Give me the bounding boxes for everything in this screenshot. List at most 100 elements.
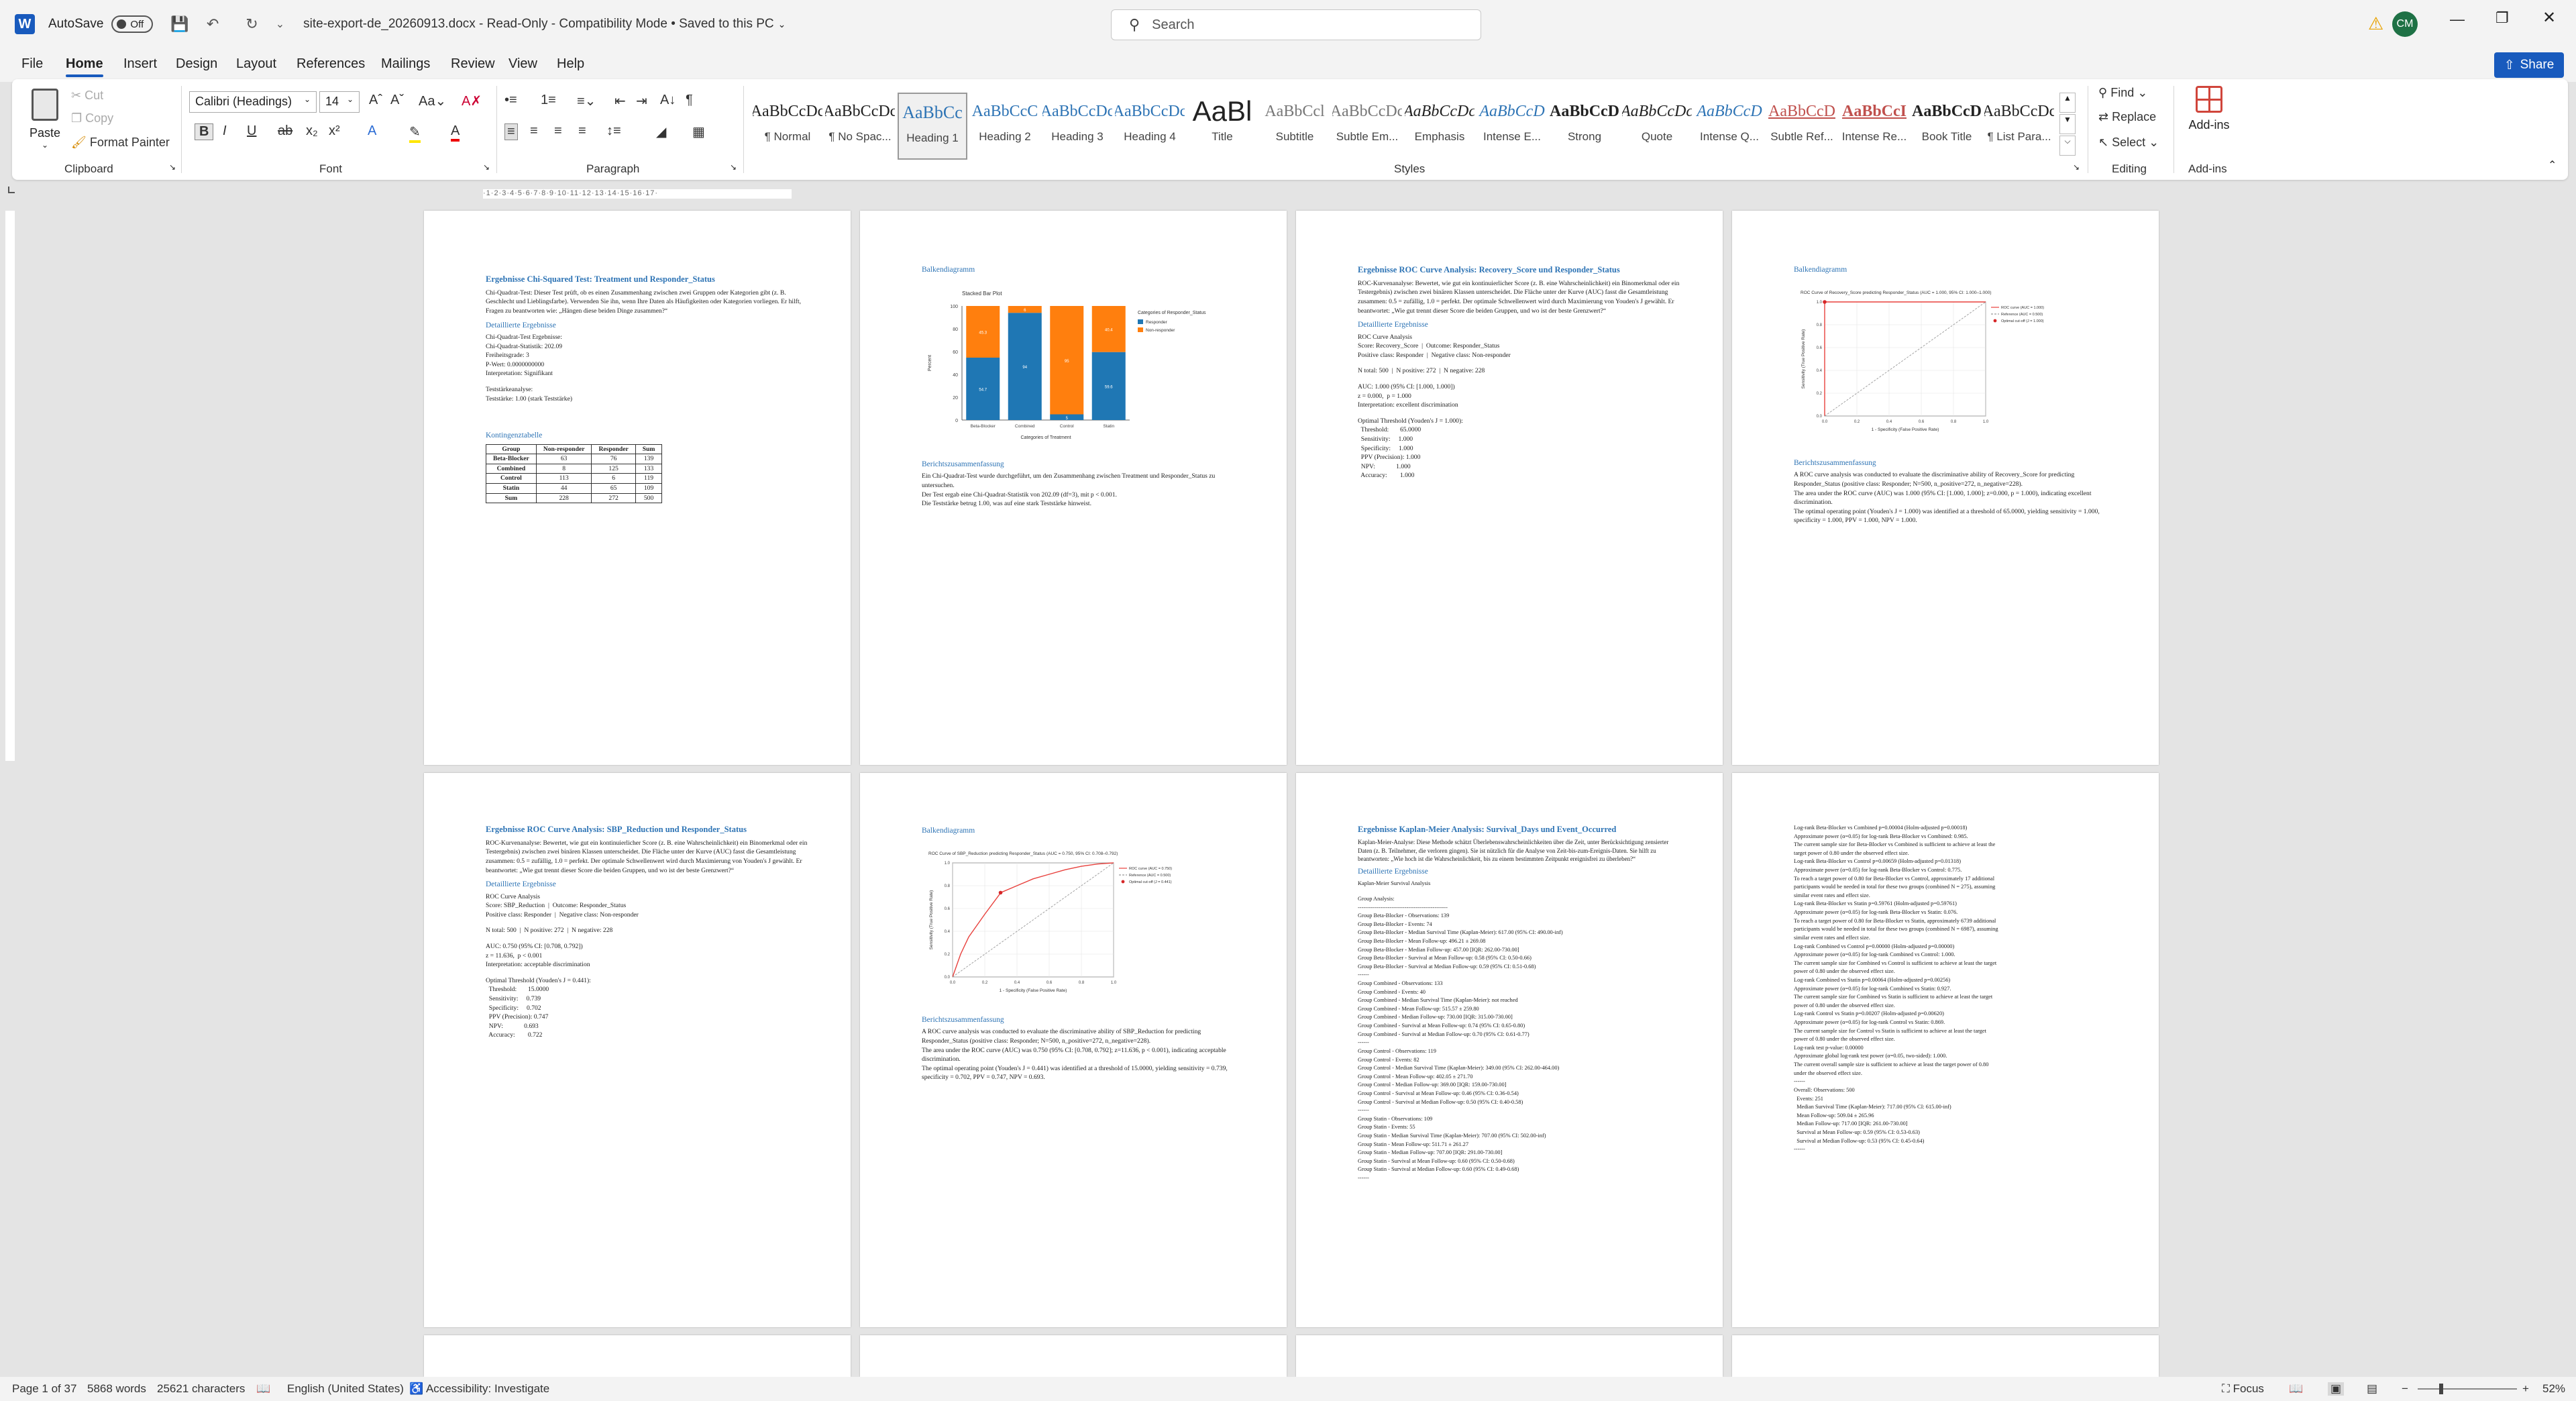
focus-button[interactable]: ⛶ Focus xyxy=(2222,1382,2264,1396)
language[interactable]: English (United States) xyxy=(287,1382,404,1396)
align-left-icon[interactable]: ≡ xyxy=(504,123,518,140)
horizontal-ruler[interactable]: ·1·2·3·4·5·6·7·8·9·10·11·12·13·14·15·16·… xyxy=(483,189,792,199)
accessibility-status[interactable]: ♿ Accessibility: Investigate xyxy=(409,1382,549,1396)
avatar[interactable]: CM xyxy=(2392,11,2418,37)
align-right-icon[interactable]: ≡ xyxy=(554,123,562,139)
grow-font-icon[interactable]: Aˆ xyxy=(369,93,382,108)
style-item[interactable]: AaBbCcDc ¶ No Spac... xyxy=(825,93,895,160)
styles-scroll-down[interactable]: ▼ xyxy=(2059,114,2076,134)
document-page[interactable]: Balkendiagramm ROC Curve of SBP_Reductio… xyxy=(860,773,1287,1327)
select-button[interactable]: ↖ Select ⌄ xyxy=(2098,136,2159,150)
read-mode-icon[interactable]: 📖 xyxy=(2289,1382,2303,1396)
font-color-icon[interactable]: A xyxy=(451,123,460,142)
document-page[interactable] xyxy=(860,1335,1287,1377)
shrink-font-icon[interactable]: Aˇ xyxy=(390,93,404,108)
style-item[interactable]: AaBbCcDc Subtle Em... xyxy=(1332,93,1402,160)
print-layout-icon[interactable]: ▣ xyxy=(2328,1382,2345,1396)
justify-icon[interactable]: ≡ xyxy=(578,123,586,139)
line-spacing-icon[interactable]: ↕≡ xyxy=(606,123,621,139)
styles-more[interactable]: ⌵ xyxy=(2059,136,2076,156)
web-layout-icon[interactable]: ▤ xyxy=(2367,1382,2377,1396)
dialog-launcher-icon[interactable]: ↘ xyxy=(730,162,737,172)
show-marks-icon[interactable]: ¶ xyxy=(686,93,693,108)
tab-home[interactable]: Home xyxy=(66,56,103,77)
dialog-launcher-icon[interactable]: ↘ xyxy=(483,162,490,172)
vertical-ruler[interactable] xyxy=(5,211,15,761)
dialog-launcher-icon[interactable]: ↘ xyxy=(2073,162,2080,172)
underline-button[interactable]: U xyxy=(247,123,256,139)
save-icon[interactable]: 💾 xyxy=(170,15,189,33)
style-item[interactable]: AaBbCc Heading 1 xyxy=(898,93,967,160)
numbering-icon[interactable]: 1≡ xyxy=(541,93,556,108)
increase-indent-icon[interactable]: ⇥ xyxy=(636,93,647,109)
document-page[interactable]: Balkendiagramm ROC Curve of Recovery_Sco… xyxy=(1732,211,2159,765)
cut-button[interactable]: ✂ Cut xyxy=(71,89,103,103)
style-item[interactable]: AaBbCcD Intense Q... xyxy=(1695,93,1764,160)
document-page[interactable] xyxy=(424,1335,851,1377)
style-item[interactable]: AaBbCcDc Heading 4 xyxy=(1115,93,1185,160)
tab-file[interactable]: File xyxy=(21,56,43,72)
tab-insert[interactable]: Insert xyxy=(123,56,157,72)
share-button[interactable]: ⇧ Share xyxy=(2494,52,2564,78)
undo-icon[interactable]: ↶ xyxy=(207,15,219,33)
styles-scroll-up[interactable]: ▲ xyxy=(2059,93,2076,113)
minimize-icon[interactable]: — xyxy=(2450,11,2465,28)
style-item[interactable]: AaBbCcD Strong xyxy=(1550,93,1619,160)
search-input[interactable]: ⚲ Search xyxy=(1111,9,1481,40)
style-item[interactable]: AaBbCcDc ¶ Normal xyxy=(753,93,822,160)
bold-button[interactable]: B xyxy=(195,123,214,140)
collapse-ribbon-icon[interactable]: ⌃ xyxy=(2548,158,2557,172)
style-item[interactable]: AaBbCcC Heading 2 xyxy=(970,93,1040,160)
format-painter-button[interactable]: 🖌 Format Painter xyxy=(71,136,170,150)
replace-button[interactable]: ⇄ Replace xyxy=(2098,110,2156,124)
paste-button[interactable]: Paste ⌄ xyxy=(21,85,68,158)
tab-mailings[interactable]: Mailings xyxy=(381,56,430,72)
proofing-icon[interactable]: 📖 xyxy=(256,1382,270,1396)
page-count[interactable]: Page 1 of 37 xyxy=(12,1382,76,1396)
italic-button[interactable]: I xyxy=(223,123,227,139)
zoom-in-icon[interactable]: + xyxy=(2522,1382,2529,1396)
tab-design[interactable]: Design xyxy=(176,56,217,72)
restore-icon[interactable]: ❐ xyxy=(2496,9,2509,27)
tab-layout[interactable]: Layout xyxy=(236,56,276,72)
style-item[interactable]: AaBbCcDc Emphasis xyxy=(1405,93,1474,160)
redo-icon[interactable]: ↻ xyxy=(246,15,258,33)
strikethrough-button[interactable]: ab xyxy=(278,123,292,139)
borders-icon[interactable]: ▦ xyxy=(692,123,705,140)
tab-help[interactable]: Help xyxy=(557,56,584,72)
document-page[interactable] xyxy=(1732,1335,2159,1377)
clear-formatting-icon[interactable]: A✗ xyxy=(462,93,482,109)
document-title[interactable]: site-export-de_20260913.docx - Read-Only… xyxy=(303,17,774,32)
character-count[interactable]: 25621 characters xyxy=(157,1382,245,1396)
subscript-button[interactable]: x₂ xyxy=(306,123,318,139)
document-page[interactable]: Ergebnisse Chi-Squared Test: Treatment u… xyxy=(424,211,851,765)
font-size-select[interactable]: 14 ⌄ xyxy=(319,91,360,113)
zoom-level[interactable]: 52% xyxy=(2542,1382,2565,1396)
tab-selector-icon[interactable] xyxy=(8,187,15,193)
style-item[interactable]: AaBbCcl Subtitle xyxy=(1260,93,1330,160)
style-item[interactable]: AaBbCcDc Heading 3 xyxy=(1042,93,1112,160)
bullets-icon[interactable]: •≡ xyxy=(504,93,517,108)
document-page[interactable] xyxy=(1296,1335,1723,1377)
word-count[interactable]: 5868 words xyxy=(87,1382,146,1396)
style-item[interactable]: AaBbCcD Book Title xyxy=(1912,93,1982,160)
shading-icon[interactable]: ◢ xyxy=(656,123,666,140)
style-item[interactable]: AaBbCcI Intense Re... xyxy=(1839,93,1909,160)
style-item[interactable]: AaBbCcDc ¶ List Para... xyxy=(1984,93,2054,160)
zoom-slider-thumb[interactable] xyxy=(2439,1384,2443,1394)
style-item[interactable]: AaBl Title xyxy=(1187,93,1257,160)
close-icon[interactable]: ✕ xyxy=(2542,8,2556,28)
tab-references[interactable]: References xyxy=(297,56,365,72)
font-name-select[interactable]: Calibri (Headings) ⌄ xyxy=(189,91,317,113)
find-button[interactable]: ⚲ Find ⌄ xyxy=(2098,86,2147,100)
style-item[interactable]: AaBbCcD Intense E... xyxy=(1477,93,1547,160)
dialog-launcher-icon[interactable]: ↘ xyxy=(169,162,176,172)
change-case-icon[interactable]: Aa⌄ xyxy=(419,93,446,109)
highlight-icon[interactable]: ✎ xyxy=(409,123,421,143)
multilevel-list-icon[interactable]: ≡⌄ xyxy=(577,93,596,109)
copy-button[interactable]: ❐ Copy xyxy=(71,111,113,125)
tab-review[interactable]: Review xyxy=(451,56,495,72)
document-page[interactable]: Balkendiagramm Stacked Bar Plot 0 20 40 60 80… xyxy=(860,211,1287,765)
align-center-icon[interactable]: ≡ xyxy=(530,123,538,139)
document-page[interactable]: Ergebnisse ROC Curve Analysis: Recovery_… xyxy=(1296,211,1723,765)
